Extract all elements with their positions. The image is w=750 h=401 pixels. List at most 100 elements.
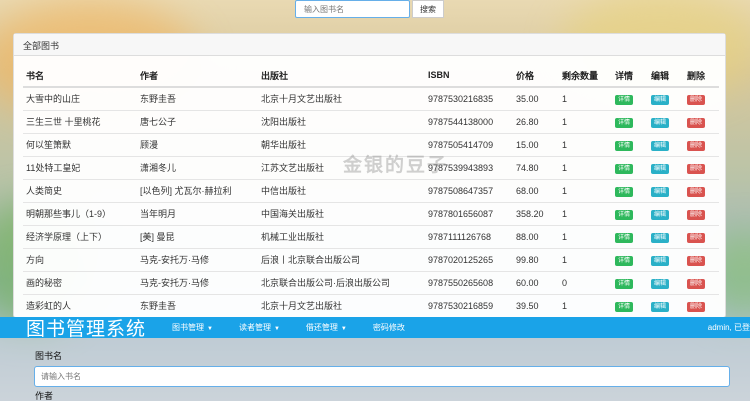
edit-button[interactable]: 编辑	[651, 163, 670, 174]
detail-button[interactable]: 详情	[615, 186, 634, 197]
search-input[interactable]	[295, 0, 410, 18]
delete-button[interactable]: 删除	[687, 163, 706, 174]
cell-stock: 1	[559, 247, 612, 271]
cell-publisher: 朝华出版社	[258, 132, 425, 156]
cell-detail: 详情	[612, 270, 648, 294]
cell-edit: 编辑	[648, 201, 684, 225]
edit-button[interactable]: 编辑	[651, 301, 670, 312]
delete-button[interactable]: 删除	[687, 186, 706, 197]
cell-delete: 删除	[684, 224, 719, 248]
header-publisher: 出版社	[258, 64, 425, 88]
brand-title[interactable]: 图书管理系统	[26, 314, 146, 341]
cell-author: 东野圭吾	[137, 86, 258, 110]
delete-button[interactable]: 删除	[687, 301, 706, 312]
cell-detail: 详情	[612, 132, 648, 156]
cell-price: 15.00	[513, 132, 559, 156]
cell-price: 358.20	[513, 201, 559, 225]
nav-book-management[interactable]: 图书管理 ▼	[172, 322, 213, 333]
cell-isbn: 9787111126768	[425, 224, 513, 248]
cell-delete: 删除	[684, 132, 719, 156]
detail-button[interactable]: 详情	[615, 94, 634, 105]
delete-button[interactable]: 删除	[687, 94, 706, 105]
cell-edit: 编辑	[648, 178, 684, 202]
cell-isbn: 9787020125265	[425, 247, 513, 271]
cell-edit: 编辑	[648, 86, 684, 110]
detail-button[interactable]: 详情	[615, 163, 634, 174]
header-edit: 编辑	[648, 64, 684, 88]
delete-button[interactable]: 删除	[687, 232, 706, 243]
cell-detail: 详情	[612, 201, 648, 225]
cell-detail: 详情	[612, 109, 648, 133]
cell-isbn: 9787530216835	[425, 86, 513, 110]
cell-author: 当年明月	[137, 201, 258, 225]
search-button[interactable]: 搜索	[412, 0, 444, 18]
cell-delete: 删除	[684, 201, 719, 225]
edit-button[interactable]: 编辑	[651, 140, 670, 151]
user-status[interactable]: admin, 已登	[708, 322, 750, 333]
cell-price: 26.80	[513, 109, 559, 133]
cell-title: 经济学原理（上下）	[23, 224, 137, 248]
cell-author: 马克-安托万·马修	[137, 247, 258, 271]
book-name-input[interactable]	[34, 366, 730, 387]
detail-button[interactable]: 详情	[615, 209, 634, 220]
edit-button[interactable]: 编辑	[651, 186, 670, 197]
cell-price: 74.80	[513, 155, 559, 179]
cell-edit: 编辑	[648, 132, 684, 156]
detail-button[interactable]: 详情	[615, 140, 634, 151]
detail-button[interactable]: 详情	[615, 278, 634, 289]
edit-button[interactable]: 编辑	[651, 117, 670, 128]
delete-button[interactable]: 删除	[687, 255, 706, 266]
delete-button[interactable]: 删除	[687, 209, 706, 220]
cell-price: 68.00	[513, 178, 559, 202]
cell-author: 唐七公子	[137, 109, 258, 133]
cell-stock: 1	[559, 132, 612, 156]
nav-password-change[interactable]: 密码修改	[373, 322, 405, 333]
book-name-label: 图书名	[35, 351, 63, 361]
cell-isbn: 9787505414709	[425, 132, 513, 156]
edit-button[interactable]: 编辑	[651, 255, 670, 266]
nav-reader-management[interactable]: 读者管理 ▼	[239, 322, 280, 333]
edit-button[interactable]: 编辑	[651, 94, 670, 105]
table-row: 经济学原理（上下） [美] 曼昆 机械工业出版社 9787111126768 88.00…	[23, 224, 719, 248]
nav-borrow-management[interactable]: 借还管理 ▼	[306, 322, 347, 333]
delete-button[interactable]: 删除	[687, 278, 706, 289]
cell-edit: 编辑	[648, 293, 684, 317]
cell-delete: 删除	[684, 109, 719, 133]
cell-title: 明朝那些事儿（1-9）	[23, 201, 137, 225]
edit-button[interactable]: 编辑	[651, 209, 670, 220]
detail-button[interactable]: 详情	[615, 301, 634, 312]
detail-button[interactable]: 详情	[615, 232, 634, 243]
delete-button[interactable]: 删除	[687, 117, 706, 128]
table-row: 明朝那些事儿（1-9） 当年明月 中国海关出版社 9787801656087 358.2…	[23, 201, 719, 225]
detail-button[interactable]: 详情	[615, 117, 634, 128]
cell-publisher: 中信出版社	[258, 178, 425, 202]
cell-stock: 1	[559, 109, 612, 133]
cell-title: 方向	[23, 247, 137, 271]
cell-author: [美] 曼昆	[137, 224, 258, 248]
table-row: 方向 马克-安托万·马修 后浪丨北京联合出版公司 9787020125265 99.80…	[23, 247, 719, 271]
cell-detail: 详情	[612, 224, 648, 248]
table-header: 书名 作者 出版社 ISBN 价格 剩余数量 详情 编辑 删除	[23, 64, 719, 88]
cell-edit: 编辑	[648, 109, 684, 133]
cell-detail: 详情	[612, 155, 648, 179]
search-bar: 搜索	[295, 0, 444, 18]
cell-detail: 详情	[612, 86, 648, 110]
cell-detail: 详情	[612, 293, 648, 317]
table-row: 三生三世 十里桃花 唐七公子 沈阳出版社 9787544138000 26.80 1 详情 编…	[23, 109, 719, 133]
edit-button[interactable]: 编辑	[651, 278, 670, 289]
delete-button[interactable]: 删除	[687, 140, 706, 151]
add-book-form: 图书名 作者	[0, 338, 750, 401]
cell-delete: 删除	[684, 247, 719, 271]
cell-detail: 详情	[612, 247, 648, 271]
cell-edit: 编辑	[648, 155, 684, 179]
cell-publisher: 后浪丨北京联合出版公司	[258, 247, 425, 271]
edit-button[interactable]: 编辑	[651, 232, 670, 243]
detail-button[interactable]: 详情	[615, 255, 634, 266]
cell-stock: 0	[559, 270, 612, 294]
nav-label: 借还管理	[305, 323, 338, 332]
table-row: 人类简史 [以色列] 尤瓦尔·赫拉利 中信出版社 9787508647357 68.00…	[23, 178, 719, 202]
cell-edit: 编辑	[648, 270, 684, 294]
cell-isbn: 9787801656087	[425, 201, 513, 225]
cell-title: 三生三世 十里桃花	[23, 109, 137, 133]
cell-delete: 删除	[684, 178, 719, 202]
